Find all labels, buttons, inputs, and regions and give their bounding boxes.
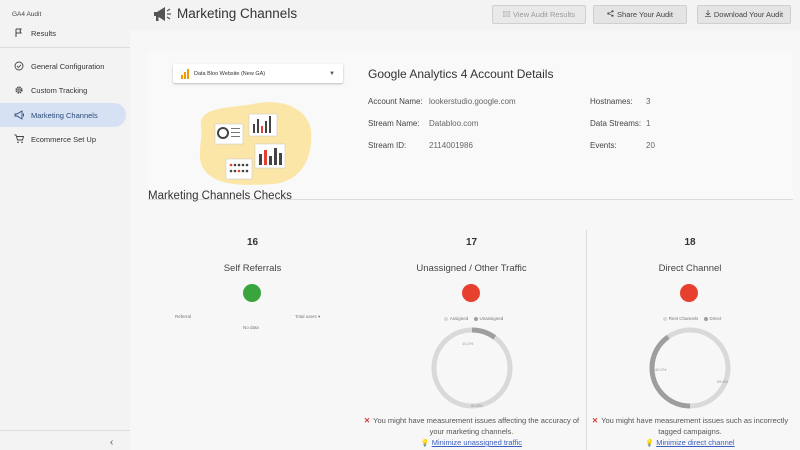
legend-item: Assigned [449, 316, 469, 321]
megaphone-icon [152, 6, 172, 28]
sidebar-item-results[interactable]: Results [0, 21, 126, 45]
sidebar-item-label: Custom Tracking [31, 85, 88, 95]
results-icon [502, 10, 511, 19]
check-message: ✕ You might have measurement issues such … [590, 415, 790, 449]
legend-item: Unassigned [479, 316, 504, 321]
collapse-sidebar-button[interactable]: ‹ [110, 437, 113, 448]
share-audit-label: Share Your Audit [617, 10, 673, 19]
gear-icon [13, 84, 25, 96]
hostnames-value: 3 [646, 97, 651, 106]
check-number: 17 [465, 237, 478, 248]
error-x-icon: ✕ [591, 416, 599, 425]
app: GA4 Audit Results General Configuration … [0, 0, 800, 450]
share-icon [607, 10, 614, 19]
view-audit-results-button[interactable]: View Audit Results [492, 5, 586, 24]
sidebar-item-general-configuration[interactable]: General Configuration [0, 54, 126, 78]
account-details-title: Google Analytics 4 Account Details [368, 67, 554, 81]
check-label: Self Referrals [223, 263, 282, 274]
donut-chart-unassigned: 10.2% 89.8% [431, 327, 513, 409]
events-value: 20 [646, 141, 655, 150]
data-streams-label: Data Streams: [590, 119, 642, 128]
legend-swatch-light [662, 316, 667, 321]
check-label: Direct Channel [658, 263, 722, 274]
sidebar-item-label: Ecommerce Set Up [31, 134, 97, 144]
sidebar-bottom-divider [0, 430, 130, 431]
legend-swatch-light [443, 316, 448, 321]
cart-icon [13, 133, 25, 145]
dashboard-illustration [193, 86, 313, 186]
sidebar-title: GA4 Audit [12, 11, 42, 18]
check-card-self-referrals: 16 Self Referrals Referral Total users ▾… [150, 230, 355, 450]
lightbulb-icon: 💡 [420, 440, 430, 447]
check-number: 16 [246, 237, 259, 248]
header: Marketing Channels View Audit Results Sh… [130, 0, 800, 30]
stream-id-label: Stream ID: [368, 141, 407, 150]
check-card-unassigned-traffic: 17 Unassigned / Other Traffic Assigned U… [360, 230, 583, 450]
hostnames-label: Hostnames: [590, 97, 633, 106]
share-audit-button[interactable]: Share Your Audit [593, 5, 687, 24]
stream-id-value: 2114001986 [429, 141, 473, 150]
sidebar-item-custom-tracking[interactable]: Custom Tracking [0, 78, 126, 102]
checks-section-title: Marketing Channels Checks [148, 190, 292, 202]
column-divider [586, 230, 587, 450]
donut-label-small: 40.2% [655, 367, 667, 372]
sidebar-item-label: General Configuration [31, 61, 105, 71]
donut-label-large: 59.8% [717, 379, 729, 384]
minimize-unassigned-link[interactable]: Minimize unassigned traffic [432, 438, 522, 447]
status-indicator-red [680, 284, 698, 302]
chart-legend: Rest Channels Direct [590, 316, 790, 321]
property-dropdown-label: Data Bloo Website (New GA) [194, 70, 266, 77]
events-label: Events: [590, 141, 617, 150]
check-circle-icon [13, 60, 25, 72]
view-audit-results-label: View Audit Results [513, 10, 575, 19]
donut-label-small: 10.2% [462, 341, 474, 346]
check-message-text: You might have measurement issues affect… [373, 416, 580, 436]
legend-swatch-dark [703, 316, 708, 321]
sidebar-divider [0, 47, 130, 48]
stream-name-label: Stream Name: [368, 119, 420, 128]
sidebar-item-label: Marketing Channels [31, 110, 98, 120]
lightbulb-icon: 💡 [645, 440, 655, 447]
check-message: ✕ You might have measurement issues affec… [360, 415, 583, 449]
page-title: Marketing Channels [177, 6, 298, 21]
chevron-down-icon: ▼ [329, 70, 335, 77]
megaphone-icon [13, 109, 25, 121]
check-label: Unassigned / Other Traffic [416, 263, 527, 274]
table-column-total-users[interactable]: Total users ▾ [295, 314, 320, 320]
check-number: 18 [684, 237, 696, 248]
main-content: Data Bloo Website (New GA) ▼ Google Anal… [130, 30, 800, 450]
sidebar: GA4 Audit Results General Configuration … [0, 0, 130, 450]
legend-item: Rest Channels [668, 316, 699, 321]
donut-chart-direct: 40.2% 59.8% [649, 327, 731, 409]
account-name-value: lookerstudio.google.com [429, 97, 516, 106]
error-x-icon: ✕ [363, 416, 371, 425]
check-message-text: You might have measurement issues such a… [601, 416, 789, 436]
legend-swatch-dark [473, 316, 478, 321]
flag-icon [13, 27, 25, 39]
download-audit-button[interactable]: Download Your Audit [697, 5, 791, 24]
no-data-text: No data [243, 325, 259, 330]
table-column-referral: Referral [175, 314, 192, 319]
property-dropdown[interactable]: Data Bloo Website (New GA) ▼ [173, 64, 343, 83]
download-audit-label: Download Your Audit [713, 10, 784, 19]
download-icon [704, 10, 711, 19]
check-card-direct-channel: 18 Direct Channel Rest Channels Direct 4… [590, 230, 790, 450]
account-name-label: Account Name: [368, 97, 423, 106]
sidebar-item-ecommerce[interactable]: Ecommerce Set Up [0, 127, 126, 151]
donut-label-large: 89.8% [471, 403, 483, 408]
legend-item: Direct [709, 316, 722, 321]
minimize-direct-link[interactable]: Minimize direct channel [656, 438, 734, 447]
account-details-card: Data Bloo Website (New GA) ▼ Google Anal… [148, 52, 793, 200]
status-indicator-red [462, 284, 480, 302]
sidebar-item-label: Results [31, 28, 57, 38]
analytics-logo-icon [181, 68, 189, 79]
sidebar-item-marketing-channels[interactable]: Marketing Channels [0, 103, 126, 127]
status-indicator-green [243, 284, 261, 302]
chart-legend: Assigned Unassigned [360, 316, 583, 321]
stream-name-value: Databloo.com [429, 119, 479, 128]
data-streams-value: 1 [646, 119, 651, 128]
